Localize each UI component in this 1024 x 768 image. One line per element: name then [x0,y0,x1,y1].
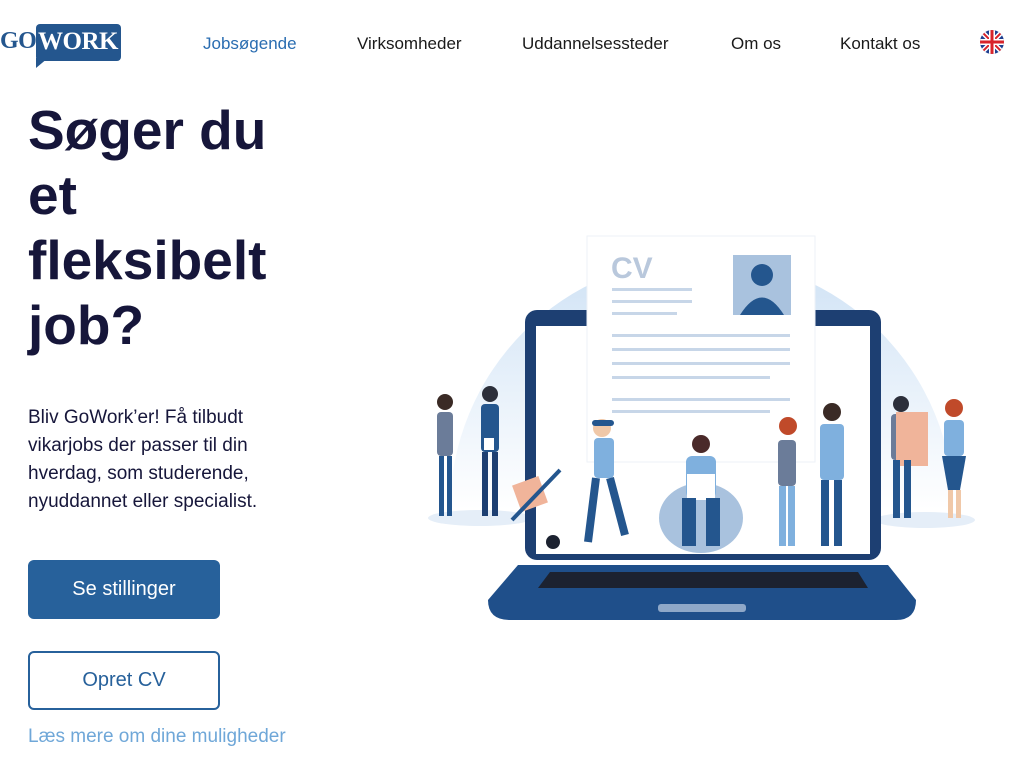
cv-label: CV [611,252,653,285]
logo-tail [36,58,48,68]
laptop-keyboard [538,572,868,588]
nav-om-os[interactable]: Om os [731,34,781,54]
read-more-link[interactable]: Læs mere om dine muligheder [28,726,286,748]
site-header: GO WORK Jobsøgende Virksomheder Uddannel… [0,0,1024,88]
hero-illustration: CV [420,180,990,630]
laptop-trackpad [658,604,746,612]
gowork-logo[interactable]: GO WORK [0,24,122,68]
nav-jobsogende[interactable]: Jobsøgende [203,34,297,54]
nav-kontakt-os[interactable]: Kontakt os [840,34,920,54]
nav-virksomheder[interactable]: Virksomheder [357,34,462,54]
nav-uddannelsessteder[interactable]: Uddannelsessteder [522,34,668,54]
see-jobs-button[interactable]: Se stillinger [28,560,220,619]
hero-title-line: job? [28,294,145,356]
create-cv-button[interactable]: Opret CV [28,651,220,710]
hero-title-line: et [28,164,77,226]
hero-description: Bliv GoWork’er! Få tilbudt vikarjobs der… [28,407,258,512]
hero-title-line: fleksibelt [28,229,267,291]
hero-title: Søger du et fleksibelt job? [28,98,328,358]
logo-text-work: WORK [38,28,118,55]
hero-title-line: Søger du [28,99,267,161]
logo-text-go: GO [0,28,37,54]
uk-flag-icon[interactable] [980,30,1004,54]
